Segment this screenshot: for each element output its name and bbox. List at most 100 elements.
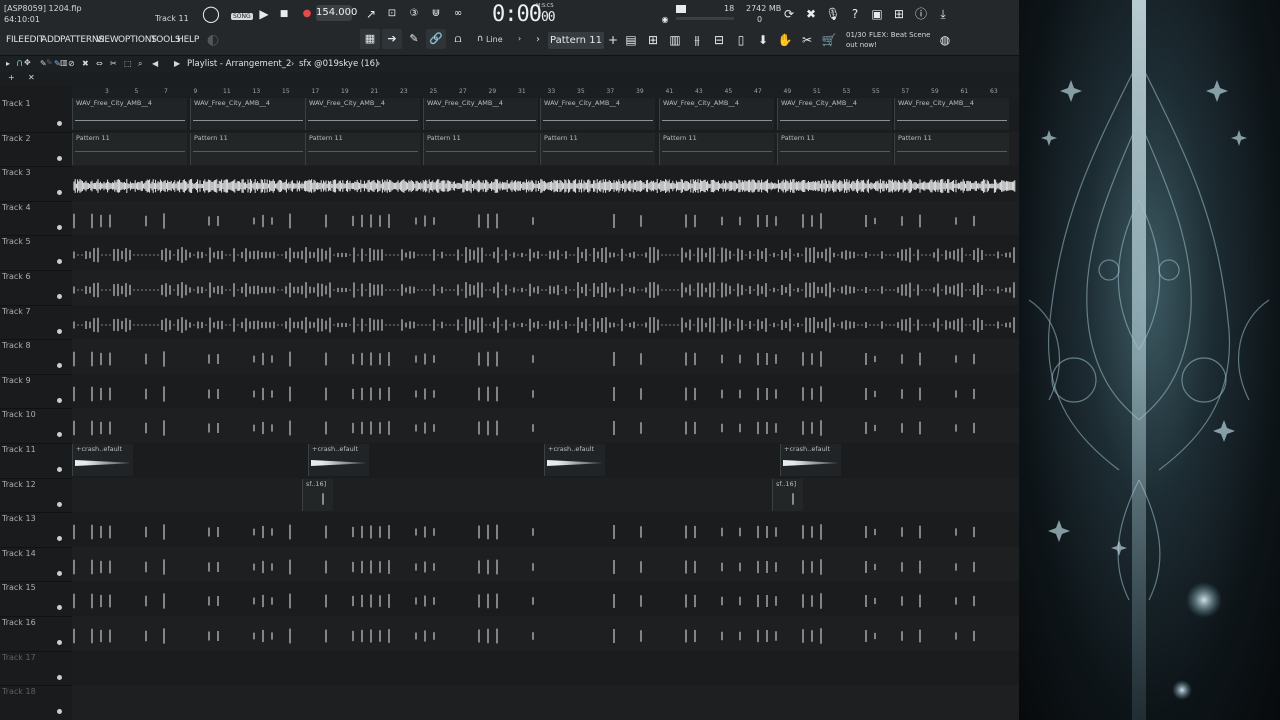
track-name[interactable]: Track 1 bbox=[2, 99, 31, 108]
playlist-clip[interactable]: WAV_Free_City_AMB__4 bbox=[190, 98, 305, 130]
track-name[interactable]: Track 8 bbox=[2, 341, 31, 350]
help-icon[interactable]: ? bbox=[846, 5, 864, 23]
track-mute-led[interactable] bbox=[57, 259, 62, 265]
record-icon[interactable]: ● bbox=[298, 5, 316, 23]
playlist-options-arrow-icon[interactable]: ▸ bbox=[6, 59, 10, 68]
arrow-right-icon[interactable]: ➔ bbox=[382, 29, 402, 49]
track-mute-led[interactable] bbox=[57, 570, 62, 576]
link-icon[interactable]: 🔗 bbox=[426, 29, 446, 49]
tools-icon[interactable]: ✂ bbox=[798, 31, 816, 49]
restart-icon[interactable]: ⟳ bbox=[780, 5, 798, 23]
track-mute-led[interactable] bbox=[57, 536, 62, 542]
cart-icon[interactable]: 🛒 bbox=[820, 31, 838, 49]
timeline-ruler[interactable]: 3 5 7 9 11 13 15 17 19 21 23 25 27 29 31 33 35 37 39 41 43 45… bbox=[72, 86, 1019, 97]
playlist-clip[interactable]: WAV_Free_City_AMB__4 bbox=[305, 98, 420, 130]
pattern-prev-icon[interactable]: › bbox=[536, 34, 540, 45]
track-lane[interactable] bbox=[72, 546, 1019, 582]
menu-file[interactable]: FILE bbox=[6, 35, 24, 45]
track-mute-led[interactable] bbox=[57, 224, 62, 230]
info-icon[interactable]: ⓘ bbox=[912, 5, 930, 23]
mute-tool-icon[interactable]: ✖ bbox=[82, 59, 89, 68]
document-icon[interactable]: ▯ bbox=[732, 31, 750, 49]
download-icon[interactable]: ⤓ bbox=[934, 5, 952, 23]
track-name[interactable]: Track 11 bbox=[2, 445, 36, 454]
browser-icon[interactable]: ⊟ bbox=[710, 31, 728, 49]
playlist-icon[interactable]: ▤ bbox=[622, 31, 640, 49]
playlist-clip[interactable]: WAV_Free_City_AMB__4 bbox=[777, 98, 892, 130]
playlist-clip[interactable]: WAV_Free_City_AMB__4 bbox=[540, 98, 655, 130]
menu-help[interactable]: HELP bbox=[177, 35, 199, 45]
track-mute-led[interactable] bbox=[57, 640, 62, 645]
track-name[interactable]: Track 12 bbox=[2, 480, 36, 489]
stop-icon[interactable]: ■ bbox=[275, 5, 293, 23]
countdown-icon[interactable]: ③ bbox=[405, 5, 423, 23]
breadcrumb[interactable]: sfx @019skye (16) bbox=[299, 59, 378, 69]
track-mute-led[interactable] bbox=[57, 501, 62, 507]
track-mute-led[interactable] bbox=[57, 328, 62, 334]
track-lane[interactable] bbox=[72, 200, 1019, 236]
playlist-clip[interactable]: sf..16] bbox=[302, 478, 333, 511]
track-mute-led[interactable] bbox=[57, 155, 62, 161]
track-lane[interactable] bbox=[72, 512, 1019, 547]
track-name[interactable]: Track 7 bbox=[2, 307, 31, 316]
track-lane[interactable]: WAV_Free_City_AMB__4 WAV_Free_City_AMB__4… bbox=[72, 97, 1019, 132]
loop-record-icon[interactable]: ∞ bbox=[449, 5, 467, 23]
track-lane[interactable] bbox=[72, 270, 1019, 305]
piano-roll-icon[interactable]: ⊞ bbox=[644, 31, 662, 49]
playlist-clip[interactable]: WAV_Free_City_AMB__4 bbox=[72, 98, 187, 130]
playback-tool-icon[interactable]: ◀ bbox=[152, 59, 158, 68]
track-lane[interactable] bbox=[72, 235, 1019, 270]
track-mute-led[interactable] bbox=[57, 121, 62, 126]
plugin-icon[interactable]: ⊞ bbox=[890, 5, 908, 23]
playlist-clip[interactable]: Pattern 11 bbox=[777, 132, 892, 165]
playlist-clip[interactable]: WAV_Free_City_AMB__4 bbox=[659, 98, 774, 130]
grid-icon[interactable]: ▥ bbox=[60, 58, 68, 67]
track-name[interactable]: Track 13 bbox=[2, 514, 36, 523]
magnet-snap-icon[interactable]: ∩ bbox=[16, 58, 23, 69]
playlist-clip[interactable]: +crash..efault bbox=[308, 444, 369, 476]
playlist-clip[interactable]: Pattern 11 bbox=[72, 132, 187, 165]
track-lane[interactable] bbox=[72, 166, 1019, 201]
track-mute-led[interactable] bbox=[57, 190, 62, 196]
playlist-clip[interactable]: WAV_Free_City_AMB__4 bbox=[894, 98, 1009, 130]
track-mute-led[interactable] bbox=[57, 709, 62, 715]
track-lane[interactable] bbox=[72, 581, 1019, 616]
track-name[interactable]: Track 17 bbox=[2, 653, 36, 662]
track-mute-led[interactable] bbox=[57, 674, 62, 680]
resize-icon[interactable]: ✥ bbox=[24, 58, 31, 67]
metronome-icon[interactable]: ↗ bbox=[362, 5, 380, 23]
track-lane[interactable]: +crash..efault +crash..efault +crash..efau… bbox=[72, 443, 1019, 478]
track-name[interactable]: Track 18 bbox=[2, 687, 36, 696]
track-mute-led[interactable] bbox=[57, 432, 62, 438]
playlist-clip[interactable]: Pattern 11 bbox=[423, 132, 538, 165]
track-lane[interactable] bbox=[72, 373, 1019, 409]
track-lane[interactable] bbox=[72, 650, 1019, 686]
pencil-small-icon[interactable]: ✎ bbox=[46, 58, 53, 67]
mixer-view-icon[interactable]: ⫵ bbox=[688, 31, 706, 49]
slip-tool-icon[interactable]: ⇔ bbox=[96, 59, 103, 68]
arrangement-arrow-icon[interactable]: ▶ bbox=[174, 59, 180, 68]
slice-tool-icon[interactable]: ✂ bbox=[110, 59, 117, 68]
pattern-selector[interactable]: Pattern 11 bbox=[548, 32, 604, 49]
menu-view[interactable]: VIEW bbox=[96, 35, 119, 45]
playlist-clip[interactable]: +crash..efault bbox=[544, 444, 605, 476]
track-name[interactable]: Track 14 bbox=[2, 549, 36, 558]
track-name[interactable]: Track 3 bbox=[2, 168, 31, 177]
track-name[interactable]: Track 9 bbox=[2, 376, 31, 385]
playlist-clip[interactable]: Pattern 11 bbox=[190, 132, 305, 165]
track-lane[interactable] bbox=[72, 685, 1019, 720]
track-lane[interactable]: Pattern 11 Pattern 11 Pattern 11 Pattern 11… bbox=[72, 131, 1019, 167]
pencil-icon[interactable]: ✎ bbox=[404, 29, 424, 49]
playlist-clip[interactable]: +crash..efault bbox=[72, 444, 133, 476]
stamp-icon[interactable]: ⩍ bbox=[448, 29, 468, 49]
playlist-clip[interactable]: Pattern 11 bbox=[305, 132, 420, 165]
close-icon[interactable]: ✕ bbox=[28, 73, 35, 82]
menu-tools[interactable]: TOOLS bbox=[151, 35, 181, 45]
playlist-clip[interactable]: WAV_Free_City_AMB__4 bbox=[423, 98, 538, 130]
track-mute-led[interactable] bbox=[57, 605, 62, 611]
touch-keyboard-icon[interactable]: ✋ bbox=[776, 31, 794, 49]
master-pitch-knob-icon[interactable]: ◐ bbox=[204, 31, 222, 49]
track-lane[interactable] bbox=[72, 304, 1019, 340]
news-headline[interactable]: FLEX: Beat Scene bbox=[869, 31, 930, 39]
save-icon[interactable]: ▣ bbox=[868, 5, 886, 23]
